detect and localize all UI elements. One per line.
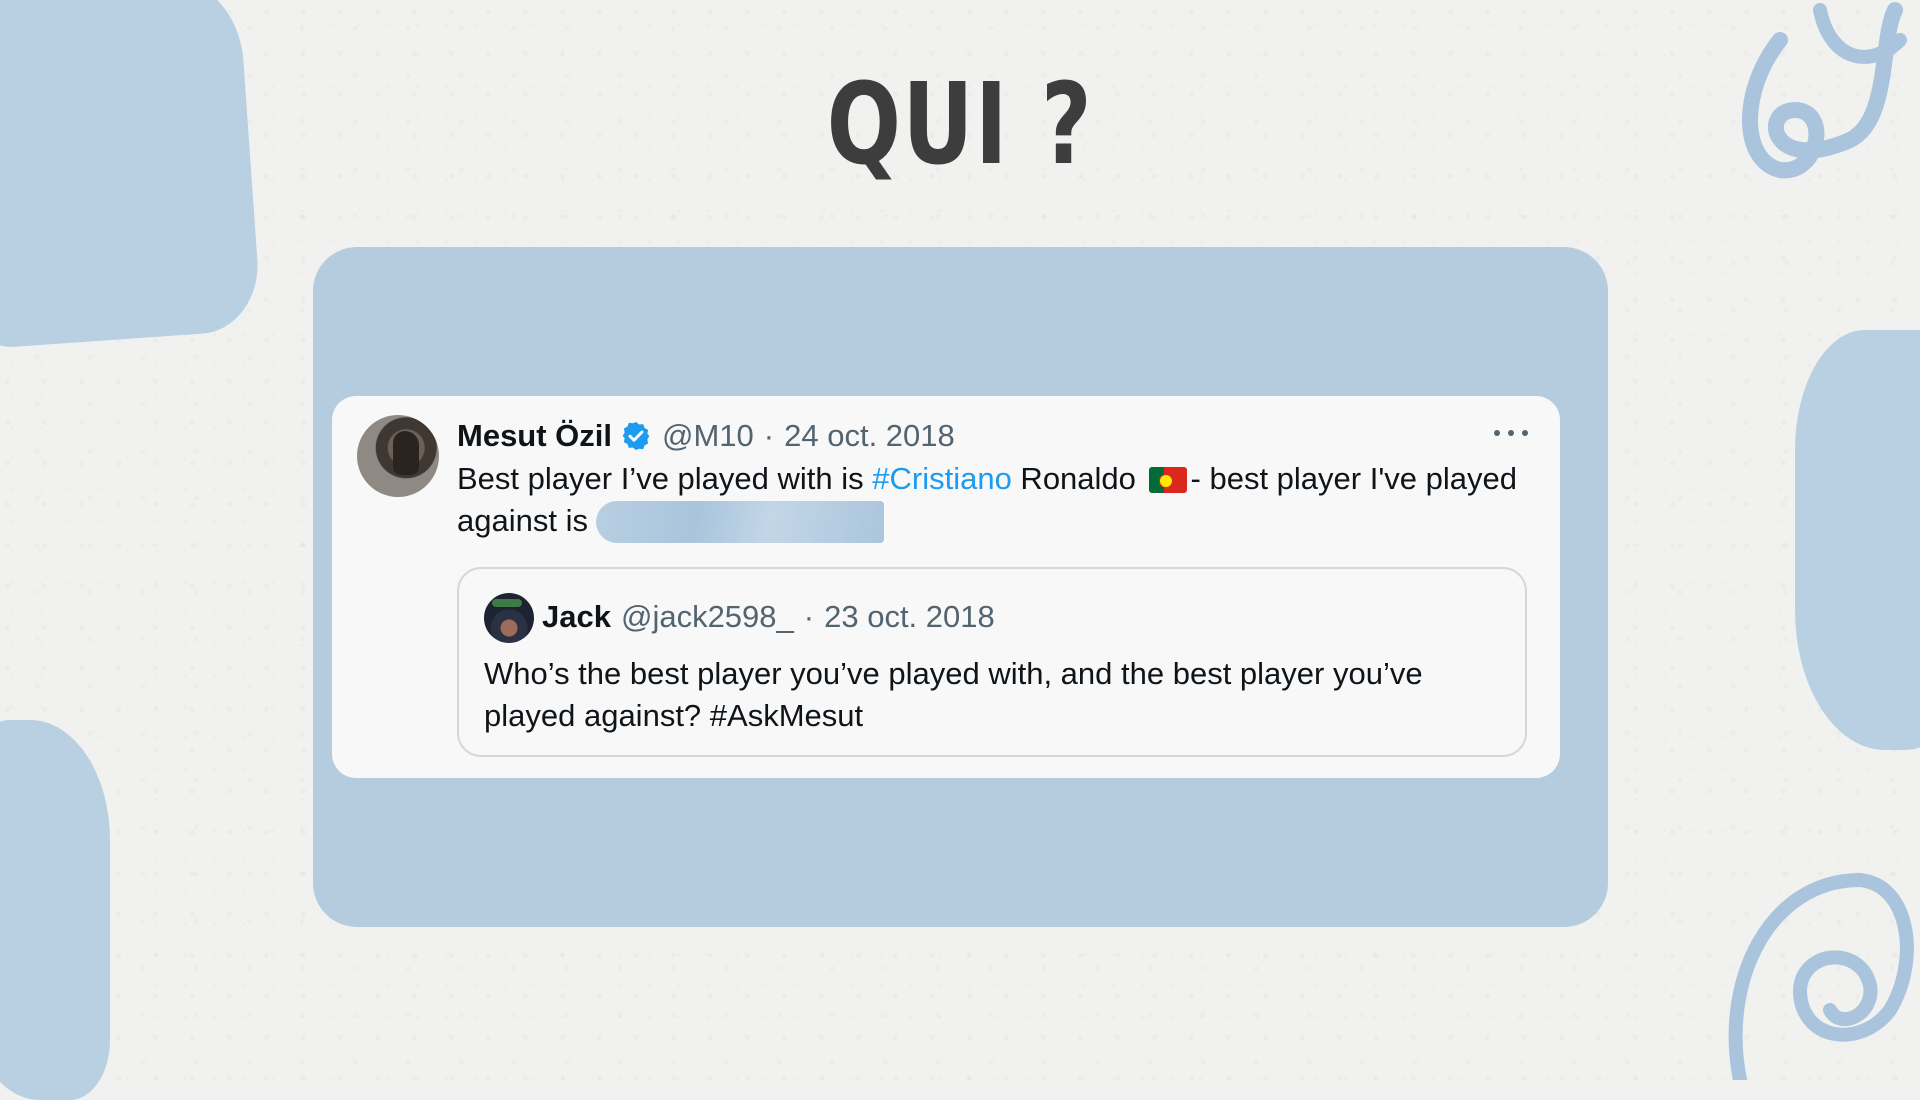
author-handle[interactable]: @M10 <box>662 418 754 454</box>
tweet-text-part: Ronaldo <box>1011 461 1145 496</box>
quoted-tweet-date[interactable]: 23 oct. 2018 <box>824 599 995 635</box>
tweet-date[interactable]: 24 oct. 2018 <box>784 418 955 454</box>
quoted-tweet-header: Jack @jack2598_ · 23 oct. 2018 <box>542 597 995 637</box>
redacted-answer <box>595 501 884 543</box>
author-avatar[interactable] <box>357 415 439 497</box>
quoted-tweet-text: Who’s the best player you’ve played with… <box>484 656 1423 733</box>
page-title: QUI ? <box>826 60 1094 190</box>
hashtag-link[interactable]: #Cristiano <box>872 461 1012 496</box>
tweet-header: Mesut Özil @M10 · 24 oct. 2018 <box>457 416 955 456</box>
tweet-text: Best player I’ve played with is #Cristia… <box>457 458 1517 543</box>
quoted-author-handle[interactable]: @jack2598_ <box>621 599 794 635</box>
quoted-tweet[interactable]: Jack @jack2598_ · 23 oct. 2018 Who’s the… <box>457 567 1527 757</box>
tweet-card[interactable]: Mesut Özil @M10 · 24 oct. 2018 Best play… <box>332 396 1560 778</box>
watercolor-shape-right <box>1795 330 1920 750</box>
more-dots-icon[interactable] <box>1494 426 1528 440</box>
squiggle-top-right <box>1742 2 1907 179</box>
quoted-header-separator: · <box>803 599 815 634</box>
tweet-text-part: Best player I’ve played with is <box>457 461 873 496</box>
quoted-author-avatar[interactable] <box>484 593 534 643</box>
watercolor-shape-bottom-left <box>0 720 110 1100</box>
verified-badge-icon <box>622 422 650 450</box>
header-separator: · <box>763 418 775 453</box>
author-name[interactable]: Mesut Özil <box>457 418 612 454</box>
spiral-bottom-right <box>1728 872 1914 1080</box>
quoted-author-name[interactable]: Jack <box>542 599 611 635</box>
portugal-flag-icon <box>1148 467 1187 493</box>
